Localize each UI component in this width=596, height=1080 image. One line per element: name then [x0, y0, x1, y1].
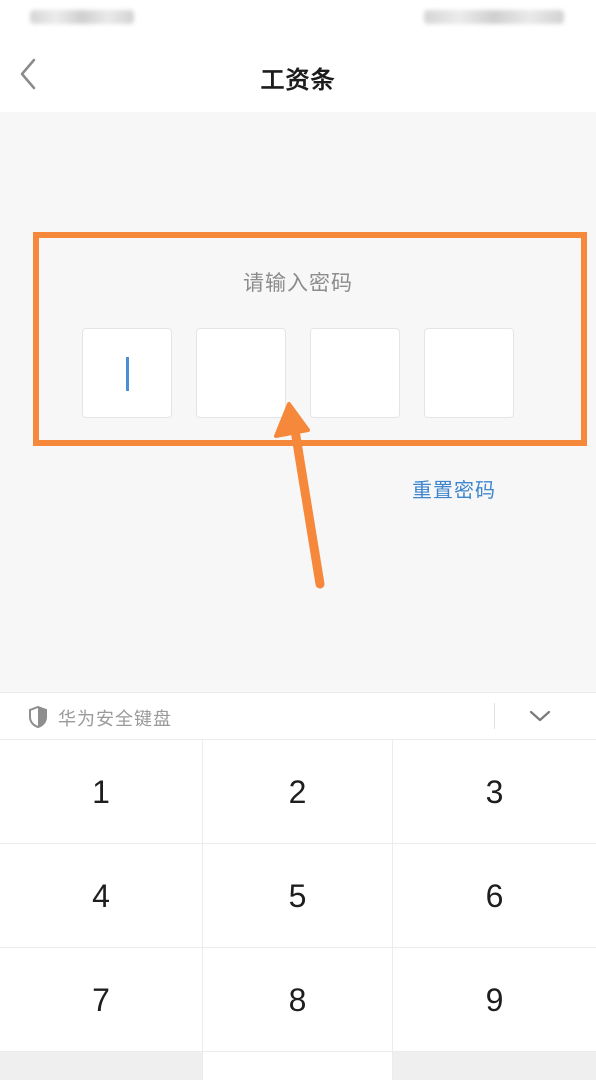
keyboard-name: 华为安全键盘 — [58, 709, 172, 730]
key-5[interactable]: 5 — [203, 844, 393, 948]
key-3[interactable]: 3 — [393, 740, 596, 844]
password-prompt: 请输入密码 — [243, 271, 353, 295]
pin-digit-box-1[interactable] — [82, 328, 172, 418]
key-bottom-left[interactable] — [0, 1052, 203, 1080]
key-bottom-right[interactable] — [393, 1052, 596, 1080]
status-bar-left-blurred — [30, 10, 134, 24]
pin-digit-box-2[interactable] — [196, 328, 286, 418]
key-2[interactable]: 2 — [203, 740, 393, 844]
key-9[interactable]: 9 — [393, 948, 596, 1052]
key-1[interactable]: 1 — [0, 740, 203, 844]
pin-entry-area: 请输入密码 重置密码 — [0, 112, 596, 692]
status-bar-right-blurred — [424, 10, 564, 24]
text-cursor — [126, 357, 129, 391]
key-0[interactable] — [203, 1052, 393, 1080]
pin-digit-box-3[interactable] — [310, 328, 400, 418]
key-6[interactable]: 6 — [393, 844, 596, 948]
pin-digit-box-4[interactable] — [424, 328, 514, 418]
key-4[interactable]: 4 — [0, 844, 203, 948]
nav-bar: 工资条 — [0, 40, 596, 112]
divider — [494, 703, 495, 729]
screen: 工资条 请输入密码 重置密码 华为安全键盘 1 2 3 4 5 6 7 8 9 — [0, 0, 596, 1080]
shield-icon — [29, 706, 47, 728]
numeric-keypad: 1 2 3 4 5 6 7 8 9 — [0, 740, 596, 1080]
collapse-keyboard-button[interactable] — [520, 701, 560, 731]
status-bar — [0, 0, 596, 40]
key-8[interactable]: 8 — [203, 948, 393, 1052]
reset-password-link[interactable]: 重置密码 — [412, 474, 496, 503]
chevron-down-icon — [529, 710, 551, 722]
page-title: 工资条 — [260, 66, 336, 94]
keyboard-header: 华为安全键盘 — [0, 692, 596, 740]
key-7[interactable]: 7 — [0, 948, 203, 1052]
